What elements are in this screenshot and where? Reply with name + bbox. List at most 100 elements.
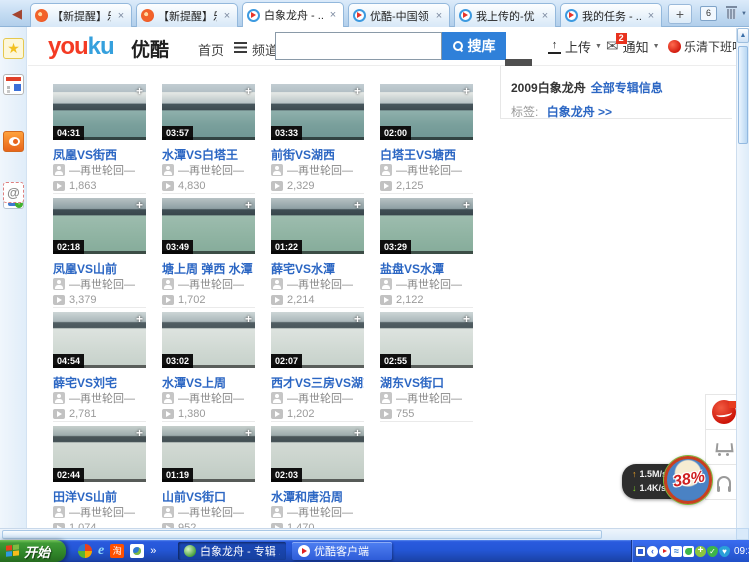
uploader-link[interactable]: —再世轮回— <box>396 162 462 178</box>
weibo-icon[interactable] <box>3 131 24 152</box>
video-card[interactable]: + 02:00 白塔王VS塘西 —再世轮回— 2,125 <box>380 84 473 194</box>
add-to-list-icon[interactable]: + <box>245 426 252 440</box>
uploader-link[interactable]: —再世轮回— <box>287 390 353 406</box>
video-thumbnail[interactable]: + 02:03 <box>271 426 364 482</box>
video-thumbnail[interactable]: + 01:22 <box>271 198 364 254</box>
video-title-link[interactable]: 田洋VS山前 <box>53 488 146 503</box>
uploader-link[interactable]: —再世轮回— <box>287 276 353 292</box>
add-to-list-icon[interactable]: + <box>136 198 143 212</box>
video-card[interactable]: + 03:49 塘上周 弹西 水潭 —再世轮回— 1,702 <box>162 198 255 308</box>
video-card[interactable]: + 01:22 薛宅VS水潭 —再世轮回— 2,214 <box>271 198 364 308</box>
uploader-link[interactable]: —再世轮回— <box>178 276 244 292</box>
uploader-link[interactable]: —再世轮回— <box>178 162 244 178</box>
youku-logo[interactable]: youku <box>48 33 114 61</box>
video-title-link[interactable]: 水潭VS上周 <box>162 374 255 389</box>
video-title-link[interactable]: 凤凰VS山前 <box>53 260 146 275</box>
video-card[interactable]: + 04:31 凤凰VS街西 —再世轮回— 1,863 <box>53 84 146 194</box>
video-thumbnail[interactable]: + 04:31 <box>53 84 146 140</box>
video-title-link[interactable]: 水潭VS白塔王 <box>162 146 255 161</box>
video-thumbnail[interactable]: + 03:49 <box>162 198 255 254</box>
add-to-list-icon[interactable]: + <box>354 198 361 212</box>
tray-app-icon[interactable] <box>683 546 694 557</box>
quick-launch-expand-icon[interactable]: » <box>150 545 156 557</box>
uploader-link[interactable]: —再世轮回— <box>69 162 135 178</box>
youku-logo-cn[interactable]: 优酷 <box>131 35 169 62</box>
nav-home-link[interactable]: 首页 <box>198 40 224 59</box>
tab-forum-1[interactable]: 【新提醒】乐... × <box>30 3 132 27</box>
tab-close-icon[interactable]: × <box>221 10 233 22</box>
video-thumbnail[interactable]: + 03:57 <box>162 84 255 140</box>
messenger-icon[interactable] <box>130 544 144 558</box>
tray-document-icon[interactable] <box>635 546 646 557</box>
tab-close-icon[interactable]: × <box>327 9 339 21</box>
add-to-list-icon[interactable]: + <box>463 84 470 98</box>
tab-close-icon[interactable]: × <box>645 10 657 22</box>
add-to-list-icon[interactable]: + <box>136 84 143 98</box>
tray-health-icon[interactable]: + <box>695 546 706 557</box>
uploader-link[interactable]: —再世轮回— <box>178 504 244 520</box>
add-to-list-icon[interactable]: + <box>245 198 252 212</box>
video-title-link[interactable]: 山前VS街口 <box>162 488 255 503</box>
video-thumbnail[interactable]: + 03:29 <box>380 198 473 254</box>
search-button[interactable]: 搜库 <box>442 32 506 60</box>
tray-antivirus-shield-icon[interactable]: ✓ <box>707 546 718 557</box>
video-thumbnail[interactable]: + 03:33 <box>271 84 364 140</box>
uploader-link[interactable]: —再世轮回— <box>287 162 353 178</box>
search-input[interactable] <box>276 33 441 59</box>
video-card[interactable]: + 03:02 水潭VS上周 —再世轮回— 1,380 <box>162 312 255 422</box>
video-card[interactable]: + 02:07 西才VS三房VS湖东 —再世轮回— 1,202 <box>271 312 364 422</box>
video-card[interactable]: + 01:19 山前VS街口 —再世轮回— 952 <box>162 426 255 528</box>
add-to-list-icon[interactable]: + <box>463 198 470 212</box>
uploader-link[interactable]: —再世轮回— <box>396 276 462 292</box>
tab-close-icon[interactable]: × <box>115 10 127 22</box>
tag-link[interactable]: 白象龙舟 >> <box>547 105 612 119</box>
start-button[interactable]: 开始 <box>0 540 66 562</box>
album-all-info-link[interactable]: 全部专辑信息 <box>591 81 663 95</box>
tray-network-icon[interactable]: ≈ <box>671 546 682 557</box>
tab-my-tasks[interactable]: 我的任务 - ... × <box>560 3 662 27</box>
video-thumbnail[interactable]: + 04:54 <box>53 312 146 368</box>
shopping-cart-button[interactable] <box>705 429 736 465</box>
closed-tabs-trash-icon[interactable] <box>725 5 738 20</box>
uploader-link[interactable]: —再世轮回— <box>178 390 244 406</box>
uploader-link[interactable]: —再世轮回— <box>69 504 135 520</box>
uploader-link[interactable]: —再世轮回— <box>396 390 462 406</box>
tab-youku-home[interactable]: 优酷-中国领... × <box>348 3 450 27</box>
video-title-link[interactable]: 薛宅VS刘宅 <box>53 374 146 389</box>
scroll-up-button[interactable]: ▲ <box>737 28 749 43</box>
video-thumbnail[interactable]: + 02:18 <box>53 198 146 254</box>
add-to-list-icon[interactable]: + <box>354 312 361 326</box>
video-card[interactable]: + 04:54 薛宅VS刘宅 —再世轮回— 2,781 <box>53 312 146 422</box>
add-to-list-icon[interactable]: + <box>136 426 143 440</box>
add-to-list-icon[interactable]: + <box>463 312 470 326</box>
horizontal-scrollbar-thumb[interactable] <box>2 530 602 539</box>
video-title-link[interactable]: 前街VS湖西 <box>271 146 364 161</box>
video-card[interactable]: + 02:55 湖东VS街口 —再世轮回— 755 <box>380 312 473 422</box>
add-to-list-icon[interactable]: + <box>245 312 252 326</box>
video-card[interactable]: + 03:33 前街VS湖西 —再世轮回— 2,329 <box>271 84 364 194</box>
tab-my-uploads[interactable]: 我上传的-优... × <box>454 3 556 27</box>
video-thumbnail[interactable]: + 03:02 <box>162 312 255 368</box>
cola-promo-button[interactable] <box>705 394 736 430</box>
video-title-link[interactable]: 凤凰VS街西 <box>53 146 146 161</box>
video-title-link[interactable]: 塘上周 弹西 水潭 <box>162 260 255 275</box>
taskbar-task-album[interactable]: 白象龙舟 - 专辑 ... <box>178 542 286 560</box>
add-to-list-icon[interactable]: + <box>245 84 252 98</box>
nav-channels-link[interactable]: 频道 <box>234 40 278 59</box>
video-title-link[interactable]: 薛宅VS水潭 <box>271 260 364 275</box>
browser-back-icon[interactable]: ◀ <box>7 4 27 23</box>
video-title-link[interactable]: 白塔王VS塘西 <box>380 146 473 161</box>
video-thumbnail[interactable]: + 02:44 <box>53 426 146 482</box>
upload-menu[interactable]: ↑ 上传 ▼ <box>548 37 602 56</box>
video-title-link[interactable]: 盐盘VS水潭 <box>380 260 473 275</box>
video-card[interactable]: + 02:03 水潭和唐沿周 —再世轮回— 1,470 <box>271 426 364 528</box>
uploader-link[interactable]: —再世轮回— <box>69 390 135 406</box>
download-progress-badge[interactable]: 38% <box>664 456 712 504</box>
add-to-list-icon[interactable]: + <box>354 84 361 98</box>
sogou-browser-icon[interactable] <box>78 544 92 558</box>
video-thumbnail[interactable]: + 02:00 <box>380 84 473 140</box>
vertical-scrollbar-thumb[interactable] <box>738 46 748 144</box>
video-thumbnail[interactable]: + 02:55 <box>380 312 473 368</box>
add-to-list-icon[interactable]: + <box>354 426 361 440</box>
video-thumbnail[interactable]: + 02:07 <box>271 312 364 368</box>
